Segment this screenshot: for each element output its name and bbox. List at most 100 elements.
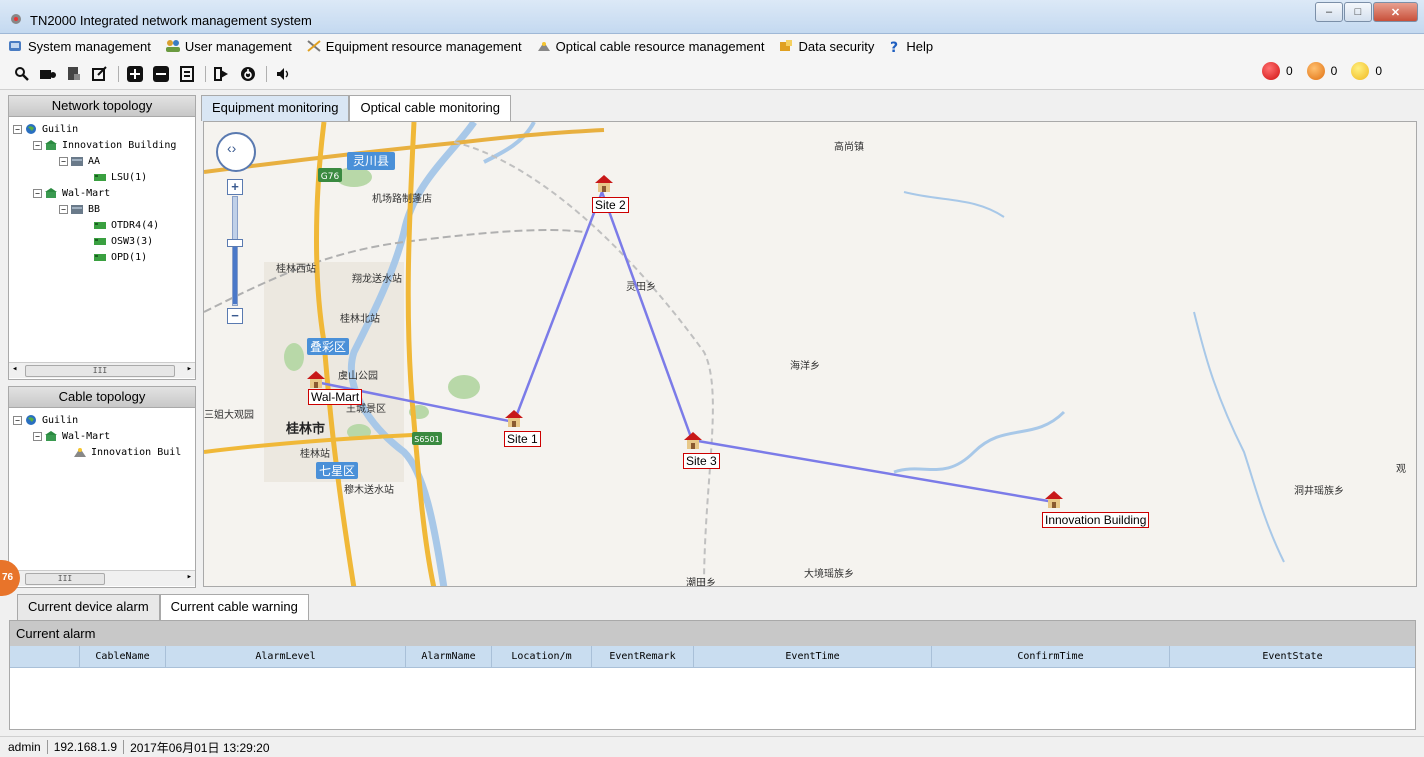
map-view[interactable]: G76 S6501 灵川县 叠彩区 七星区 高尚镇 机场路制蓬店 桂林西站 翔龙… bbox=[203, 121, 1417, 587]
users-icon bbox=[165, 40, 180, 52]
search-icon[interactable] bbox=[12, 64, 32, 84]
logout-icon[interactable] bbox=[212, 64, 232, 84]
menu-system-management[interactable]: System management bbox=[8, 39, 151, 54]
menu-label: System management bbox=[28, 38, 151, 54]
column-header[interactable]: AlarmName bbox=[406, 646, 492, 667]
menu-data-security[interactable]: Data security bbox=[778, 39, 874, 54]
collapse-icon[interactable]: − bbox=[33, 140, 42, 150]
tree-node-label: BB bbox=[88, 203, 101, 215]
site-house-icon bbox=[307, 371, 325, 388]
tree-node-otdr4[interactable]: OTDR4(4) bbox=[93, 219, 159, 231]
tree-node-label: Guilin bbox=[42, 414, 79, 426]
place-label: 机场路制蓬店 bbox=[372, 192, 432, 205]
cable-topology-header: Cable topology bbox=[8, 386, 196, 408]
board-icon bbox=[94, 238, 106, 245]
cable-link[interactable] bbox=[512, 191, 604, 423]
column-header[interactable]: EventState bbox=[1170, 646, 1415, 667]
add-icon[interactable] bbox=[125, 64, 145, 84]
tab-equipment-monitoring[interactable]: Equipment monitoring bbox=[201, 95, 350, 121]
column-header[interactable]: EventRemark bbox=[592, 646, 694, 667]
tree-node-bb[interactable]: − BB bbox=[59, 203, 100, 215]
power-icon[interactable] bbox=[238, 64, 258, 84]
cable-tree-scrollbar[interactable]: ◂ III ▸ bbox=[9, 570, 195, 586]
tree-node-guilin[interactable]: − Guilin bbox=[13, 123, 78, 135]
critical-alarm[interactable]: 0 bbox=[1261, 62, 1293, 80]
tree-node-aa[interactable]: − AA bbox=[59, 155, 100, 167]
scroll-right-icon[interactable]: ▸ bbox=[187, 364, 192, 374]
place-label: 桂林北站 bbox=[340, 312, 380, 325]
column-header[interactable]: ConfirmTime bbox=[932, 646, 1170, 667]
menu-label: Equipment resource management bbox=[325, 38, 522, 54]
minimize-button[interactable]: – bbox=[1315, 2, 1343, 22]
column-header[interactable]: EventTime bbox=[694, 646, 932, 667]
status-separator bbox=[46, 740, 48, 754]
cable-tree-node-wal-mart[interactable]: − Wal-Mart bbox=[33, 430, 110, 442]
column-header[interactable]: AlarmLevel bbox=[166, 646, 406, 667]
tree-node-label: Innovation Building bbox=[62, 139, 177, 151]
scroll-left-icon[interactable]: ◂ bbox=[12, 364, 17, 374]
collapse-icon[interactable]: − bbox=[59, 156, 68, 166]
tab-current-device-alarm[interactable]: Current device alarm bbox=[17, 594, 160, 620]
network-topology-tree: − Guilin − Innovation Building − AA LSU(1) … bbox=[8, 117, 196, 380]
menu-help[interactable]: ? Help bbox=[888, 39, 933, 54]
tree-node-opd[interactable]: OPD(1) bbox=[93, 251, 147, 263]
zoom-handle[interactable] bbox=[227, 239, 243, 247]
minor-alarm[interactable]: 0 bbox=[1351, 62, 1382, 80]
collapse-icon[interactable]: − bbox=[33, 431, 42, 441]
site-wal-mart[interactable]: Wal-Mart bbox=[306, 370, 363, 405]
collapse-icon[interactable]: − bbox=[13, 415, 22, 425]
column-header[interactable]: CableName bbox=[80, 646, 166, 667]
scroll-thumb[interactable]: III bbox=[25, 573, 105, 585]
list-icon[interactable] bbox=[177, 64, 197, 84]
collapse-icon[interactable]: − bbox=[59, 204, 68, 214]
tree-node-wal-mart[interactable]: − Wal-Mart bbox=[33, 187, 110, 199]
camera-icon[interactable] bbox=[38, 64, 58, 84]
place-label: 桂林市 bbox=[285, 421, 325, 437]
edit-icon[interactable] bbox=[90, 64, 110, 84]
site-house-icon bbox=[505, 410, 523, 427]
tab-optical-cable-monitoring[interactable]: Optical cable monitoring bbox=[349, 95, 511, 121]
close-button[interactable]: ✕ bbox=[1373, 2, 1418, 22]
site-2[interactable]: Site 2 bbox=[592, 174, 629, 213]
network-tree-scrollbar[interactable]: ◂ III ▸ bbox=[9, 362, 195, 378]
cable-link[interactable] bbox=[691, 438, 1055, 504]
tree-node-osw3[interactable]: OSW3(3) bbox=[93, 235, 153, 247]
export-icon[interactable] bbox=[64, 64, 84, 84]
tab-current-cable-warning[interactable]: Current cable warning bbox=[159, 594, 309, 620]
place-label: 叠彩区 bbox=[310, 340, 346, 354]
tree-node-innovation-building[interactable]: − Innovation Building bbox=[33, 139, 176, 151]
place-label: 翔龙送水站 bbox=[352, 272, 402, 285]
sound-icon[interactable] bbox=[273, 64, 293, 84]
column-header[interactable] bbox=[10, 646, 80, 667]
cable-link[interactable] bbox=[600, 191, 694, 441]
board-icon bbox=[94, 254, 106, 261]
alarm-table-header: CableName AlarmLevel AlarmName Location/… bbox=[10, 646, 1415, 668]
maximize-button[interactable]: □ bbox=[1344, 2, 1372, 22]
column-header[interactable]: Location/m bbox=[492, 646, 592, 667]
site-3[interactable]: Site 3 bbox=[683, 431, 720, 469]
pan-arrows-icon: ‹› bbox=[227, 140, 237, 156]
site-1[interactable]: Site 1 bbox=[504, 409, 541, 447]
cable-topology-tree: −Guilin −Wal-Mart Innovation Buil ◂ III … bbox=[8, 408, 196, 588]
help-icon: ? bbox=[890, 40, 898, 53]
left-panel: Network topology − Guilin − Innovation Bui… bbox=[8, 95, 196, 588]
map-pan-control[interactable]: ‹› bbox=[216, 132, 256, 172]
scroll-right-icon[interactable]: ▸ bbox=[187, 572, 192, 582]
cable-tree-node-innovation[interactable]: Innovation Buil bbox=[73, 446, 181, 458]
major-alarm[interactable]: 0 bbox=[1306, 62, 1337, 80]
menu-equipment-resource[interactable]: Equipment resource management bbox=[306, 39, 522, 54]
zoom-in-button[interactable]: + bbox=[227, 179, 243, 195]
scroll-thumb[interactable]: III bbox=[25, 365, 175, 377]
collapse-icon[interactable]: − bbox=[13, 124, 22, 134]
rack-icon bbox=[71, 205, 83, 214]
collapse-icon[interactable]: − bbox=[33, 188, 42, 198]
menu-label: Help bbox=[906, 38, 934, 54]
menu-user-management[interactable]: User management bbox=[165, 39, 292, 54]
menu-optical-cable-resource[interactable]: Optical cable resource management bbox=[536, 39, 764, 54]
zoom-out-button[interactable]: − bbox=[227, 308, 243, 324]
site-innovation-building[interactable]: Innovation Building bbox=[1042, 490, 1150, 528]
tree-node-lsu[interactable]: LSU(1) bbox=[93, 171, 147, 183]
cable-tree-node-guilin[interactable]: − Guilin bbox=[13, 414, 78, 426]
rack-icon bbox=[71, 157, 83, 166]
remove-icon[interactable] bbox=[151, 64, 171, 84]
